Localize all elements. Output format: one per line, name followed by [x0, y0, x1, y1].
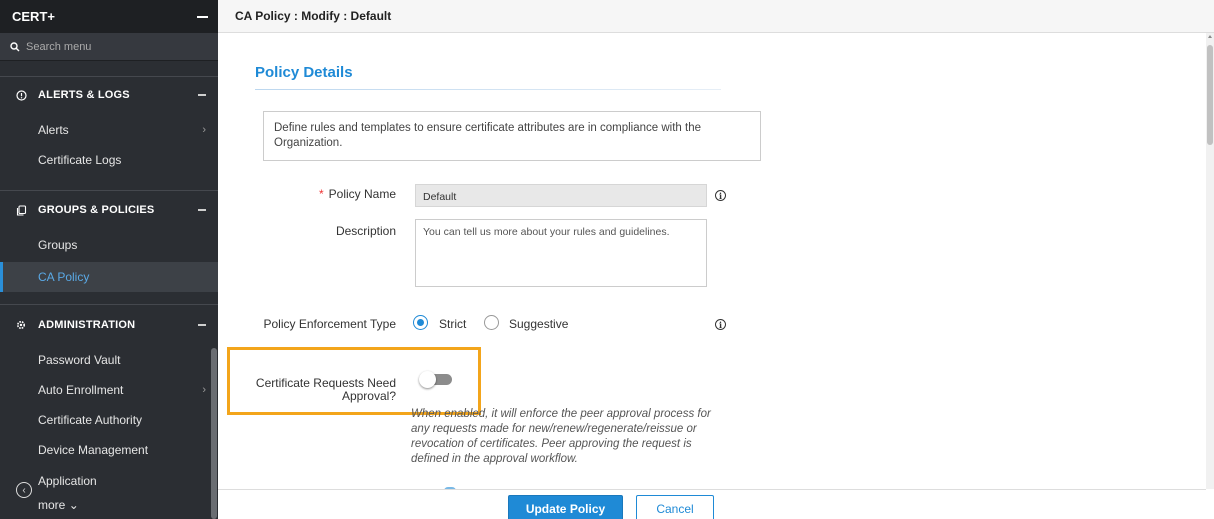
cancel-button[interactable]: Cancel: [636, 495, 714, 519]
collapse-menu-icon[interactable]: ‹: [16, 482, 32, 498]
approval-toggle[interactable]: [419, 371, 453, 388]
search-icon: [10, 41, 20, 51]
sidebar-header: CERT+: [0, 0, 218, 33]
sidebar-item-password-vault[interactable]: Password Vault: [0, 345, 218, 375]
sidebar-item-label: Password Vault: [38, 353, 121, 367]
section-label: ADMINISTRATION: [38, 319, 136, 331]
main-content: Policy Details Define rules and template…: [218, 33, 1206, 489]
breadcrumb: CA Policy : Modify : Default: [235, 9, 392, 23]
section-administration[interactable]: ADMINISTRATION: [0, 310, 218, 340]
alert-circle-icon: [14, 89, 28, 101]
sidebar-item-application[interactable]: Application: [0, 466, 218, 496]
collapse-sidebar-icon[interactable]: [197, 15, 208, 18]
required-asterisk: *: [318, 187, 324, 201]
section-title: Policy Details: [255, 64, 353, 81]
enforcement-info-icon[interactable]: i: [715, 319, 726, 330]
sidebar-item-alerts[interactable]: Alerts ›: [0, 115, 218, 145]
sidebar-item-label: Device Management: [38, 443, 149, 457]
sidebar-item-auto-enrollment[interactable]: Auto Enrollment ›: [0, 375, 218, 405]
collapse-icon[interactable]: [198, 324, 206, 326]
search-placeholder: Search menu: [26, 40, 92, 53]
sidebar-item-label: Certificate Logs: [38, 153, 122, 167]
intro-info-box: Define rules and templates to ensure cer…: [263, 111, 761, 161]
sidebar-item-label: Certificate Authority: [38, 413, 143, 427]
chevron-down-icon: ⌄: [68, 498, 79, 512]
sidebar-item-label: CA Policy: [38, 270, 90, 284]
sidebar-item-certificate-logs[interactable]: Certificate Logs: [0, 145, 218, 175]
update-policy-button[interactable]: Update Policy: [508, 495, 623, 519]
chevron-right-icon: ›: [202, 124, 206, 136]
sidebar: CERT+ Search menu ALERTS & LOGS Alerts ›…: [0, 0, 218, 519]
sidebar-item-certificate-authority[interactable]: Certificate Authority: [0, 405, 218, 435]
suggestive-radio[interactable]: [484, 315, 499, 330]
divider: [0, 304, 218, 305]
page-breadcrumb: CA Policy : Modify : Default: [218, 0, 1214, 33]
brand-logo: CERT+: [12, 9, 55, 24]
action-bar: Update Policy Cancel: [218, 489, 1206, 519]
description-label: Description: [335, 224, 396, 238]
scroll-up-icon[interactable]: [1208, 35, 1212, 38]
divider: [0, 76, 218, 77]
strict-radio[interactable]: [413, 315, 428, 330]
section-groups-policies[interactable]: GROUPS & POLICIES: [0, 195, 218, 225]
approval-label-line2: Approval?: [341, 389, 396, 403]
intro-text: Define rules and templates to ensure cer…: [274, 122, 701, 149]
policy-name-label: * Policy Name: [278, 187, 396, 201]
enforcement-type-label: Policy Enforcement Type: [263, 317, 396, 331]
gear-icon: [14, 319, 28, 331]
strict-radio-label: Strict: [439, 317, 467, 331]
more-label: more: [38, 498, 66, 512]
policy-name-value: Default: [423, 191, 457, 203]
policy-name-info-icon[interactable]: i: [715, 190, 726, 201]
approval-help-text: When enabled, it will enforce the peer a…: [411, 408, 711, 465]
approval-label: Certificate Requests Need Approval?: [238, 377, 396, 403]
scroll-thumb[interactable]: [1207, 45, 1213, 145]
sidebar-item-label: Alerts: [38, 123, 69, 137]
description-value: You can tell us more about your rules an…: [423, 226, 670, 238]
sidebar-item-label: Groups: [38, 238, 78, 252]
description-field[interactable]: You can tell us more about your rules an…: [415, 219, 707, 287]
policy-name-field[interactable]: Default: [415, 184, 707, 207]
section-label: ALERTS & LOGS: [38, 89, 130, 101]
section-divider: [255, 89, 721, 90]
chevron-right-icon: ›: [202, 384, 206, 396]
section-alerts-logs[interactable]: ALERTS & LOGS: [0, 80, 218, 110]
search-menu-input[interactable]: Search menu: [0, 33, 218, 61]
collapse-icon[interactable]: [198, 94, 206, 96]
divider: [0, 190, 218, 191]
more-menu-button[interactable]: more ⌄: [38, 498, 79, 512]
sidebar-scrollbar[interactable]: [211, 348, 217, 519]
sidebar-item-device-management[interactable]: Device Management: [0, 435, 218, 465]
copy-icon: [14, 204, 28, 216]
sidebar-item-label: Auto Enrollment: [38, 383, 124, 397]
toggle-knob: [419, 371, 436, 388]
section-label: GROUPS & POLICIES: [38, 204, 155, 216]
collapse-icon[interactable]: [198, 209, 206, 211]
sidebar-item-label: Application: [38, 474, 97, 488]
main-scrollbar[interactable]: [1206, 33, 1214, 489]
sidebar-item-groups[interactable]: Groups: [0, 230, 218, 260]
suggestive-radio-label: Suggestive: [509, 317, 569, 331]
sidebar-item-ca-policy[interactable]: CA Policy: [0, 262, 218, 292]
policy-name-label-text: Policy Name: [328, 187, 396, 201]
